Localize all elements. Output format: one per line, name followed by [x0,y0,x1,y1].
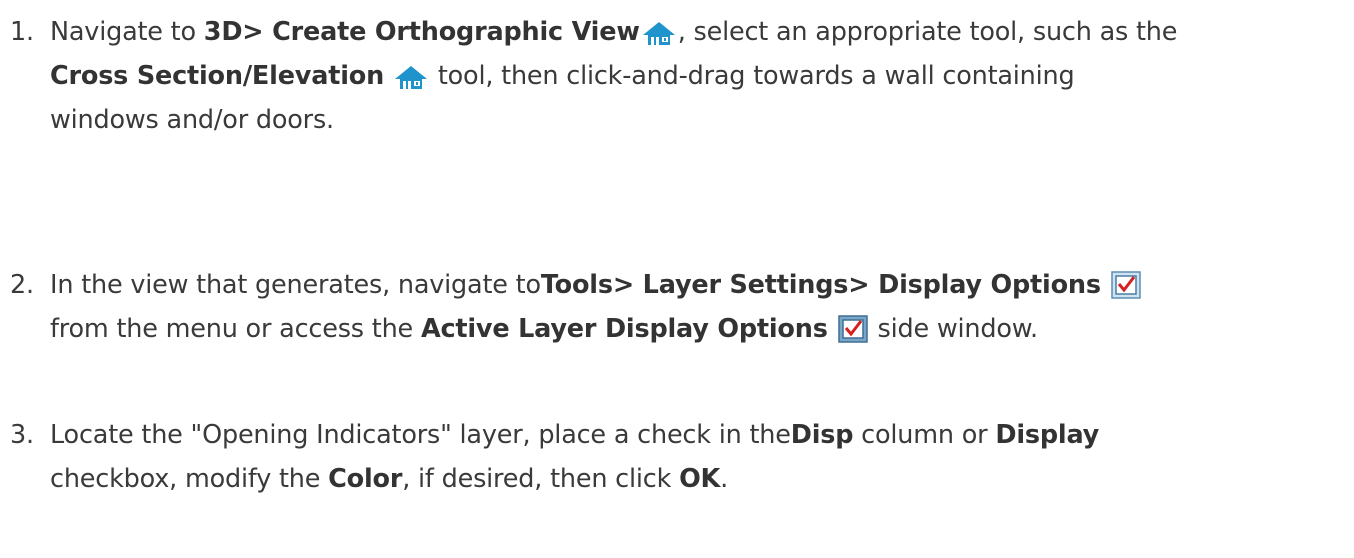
step-3-line-1: Locate the "Opening Indicators" layer, p… [50,413,1340,457]
text: from the menu or access the [50,314,421,344]
step-1-line-1: Navigate to 3D> Create Orthographic View… [50,10,1340,54]
text: Locate the "Opening Indicators" layer, p… [50,420,791,450]
text: In the view that generates, navigate to [50,270,541,300]
text: Navigate to [50,17,204,47]
text: . [720,464,729,494]
menu-path-display-options: Tools> Layer Settings> Display Options [540,270,1101,300]
step-2-line-2: from the menu or access the Active Layer… [50,307,1340,351]
display-options-checkbox-icon [837,313,868,357]
text: , if desired, then click [402,464,680,494]
step-1-line-2: Cross Section/Elevation tool, then click… [50,54,1340,98]
text: , select an appropriate tool, such as th… [677,17,1178,47]
side-window-active-layer-display-options: Active Layer Display Options [420,314,828,344]
house-elevation-icon [394,60,428,104]
step-3-line-2: checkbox, modify the Color, if desired, … [50,457,1340,501]
step-1-line-3: windows and/or doors. [50,105,334,135]
step-text: In the view that generates, navigate toT… [50,263,1340,351]
step-text: Navigate to 3D> Create Orthographic View… [50,10,1340,142]
text: column or [853,420,996,450]
display-options-checkbox-icon [1111,269,1141,313]
step-number: 2. [10,270,34,300]
checkbox-name-display: Display [995,420,1100,450]
step-number: 1. [10,17,34,47]
tool-name-cross-section-elevation: Cross Section/Elevation [50,61,385,91]
menu-path-create-orthographic-view: 3D> Create Orthographic View [203,17,640,47]
button-name-ok: OK [679,464,721,494]
text: checkbox, modify the [50,464,329,494]
step-text: Locate the "Opening Indicators" layer, p… [50,413,1340,501]
step-2-line-1: In the view that generates, navigate toT… [50,263,1340,307]
column-name-disp: Disp [790,420,854,450]
step-number: 3. [10,420,34,450]
setting-name-color: Color [328,464,403,494]
text: tool, then click-and-drag towards a wall… [429,61,1075,91]
text: side window. [869,314,1038,344]
